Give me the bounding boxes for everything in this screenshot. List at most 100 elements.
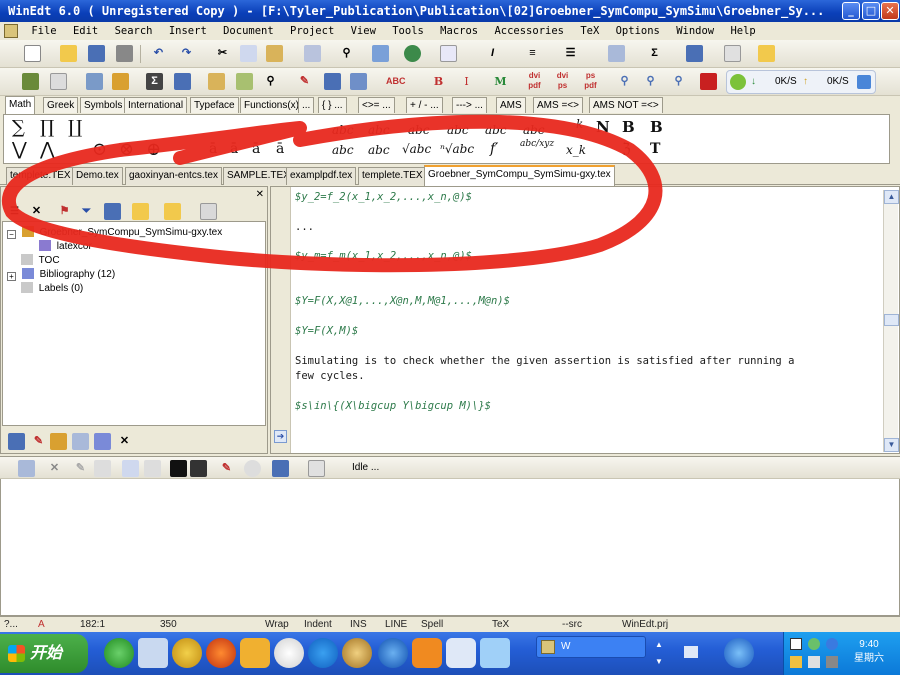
vertical-scrollbar[interactable]: ▲ ▼ xyxy=(883,190,899,452)
scroll-thumb[interactable] xyxy=(884,314,899,326)
close-button[interactable]: ✕ xyxy=(881,2,899,20)
tray-icon[interactable] xyxy=(790,656,802,668)
tab-symbols[interactable]: Symbols xyxy=(80,97,127,113)
app-icon[interactable] xyxy=(104,638,134,668)
console-icon[interactable] xyxy=(18,460,35,477)
editor-pane[interactable] xyxy=(270,186,900,454)
status-indent[interactable]: Indent xyxy=(304,617,332,632)
align-icon[interactable]: ≡ xyxy=(524,45,541,62)
status-src[interactable]: --src xyxy=(562,617,582,632)
app-icon[interactable] xyxy=(342,638,372,668)
accent-hat-a[interactable]: ā xyxy=(252,141,260,157)
menu-options[interactable]: Options xyxy=(611,22,665,40)
project-icon[interactable] xyxy=(112,73,129,90)
search-icon[interactable]: ⚲ xyxy=(616,73,633,90)
acrobat-icon[interactable] xyxy=(700,73,717,90)
status-spell[interactable]: Spell xyxy=(421,617,443,632)
tab-greek[interactable]: Greek xyxy=(43,97,79,113)
code-line[interactable]: few cycles. xyxy=(295,370,365,382)
abc-widehat[interactable]: abc xyxy=(485,123,507,137)
tab-operators[interactable]: + / - ... xyxy=(406,97,443,113)
cmd-icon[interactable] xyxy=(190,460,207,477)
abc-overarrow[interactable]: abc xyxy=(332,143,354,157)
network-icon[interactable] xyxy=(826,656,838,668)
tab-arrows[interactable]: ---> ... xyxy=(452,97,487,113)
tree-node-bibliography[interactable]: + Bibliography (12) xyxy=(7,268,115,281)
screen-icon[interactable] xyxy=(324,73,341,90)
menu-tools[interactable]: Tools xyxy=(387,22,429,40)
mathbb-b[interactable]: B xyxy=(622,118,635,136)
edit-icon[interactable]: ✎ xyxy=(30,433,47,450)
sum-symbol[interactable]: ∑ xyxy=(12,117,25,138)
menu-window[interactable]: Window xyxy=(671,22,719,40)
abc-widetilde[interactable]: abc xyxy=(523,123,545,137)
media-player-icon[interactable] xyxy=(274,638,304,668)
ie-icon[interactable] xyxy=(378,638,408,668)
bold-button[interactable]: B xyxy=(430,73,447,90)
nth-root-abc[interactable]: ⁿ√abc xyxy=(440,142,474,156)
coproduct-symbol[interactable]: ∐ xyxy=(68,117,82,138)
close-panel-icon[interactable]: ✕ xyxy=(256,189,264,200)
italic-button[interactable]: I xyxy=(458,73,475,90)
doc-tab[interactable]: SAMPLE.TEX xyxy=(223,167,294,185)
open-folder-icon[interactable] xyxy=(132,203,149,220)
menu-help[interactable]: Help xyxy=(725,22,760,40)
doc-tab[interactable]: templete.TEX xyxy=(358,167,427,185)
dvi-ps-button[interactable]: dvi ps xyxy=(554,71,571,93)
doc-tab[interactable]: examplpdf.tex xyxy=(286,167,357,185)
tab-international[interactable]: International xyxy=(124,97,188,113)
app-icon[interactable] xyxy=(412,638,442,668)
app-icon[interactable] xyxy=(138,638,168,668)
stop-icon[interactable] xyxy=(244,460,261,477)
redo-icon[interactable]: ↷ xyxy=(178,45,195,62)
arrow-right-icon[interactable]: ➔ xyxy=(274,430,287,443)
window-icon[interactable] xyxy=(372,45,389,62)
tab-math[interactable]: Math xyxy=(5,96,36,114)
clipboard-icon[interactable] xyxy=(208,73,225,90)
edit-disabled-icon[interactable]: ✎ xyxy=(72,460,89,477)
app-icon[interactable] xyxy=(724,638,754,668)
bluetooth-icon[interactable] xyxy=(826,638,838,650)
panel-icon[interactable] xyxy=(8,433,25,450)
mathbb-n[interactable]: N xyxy=(596,118,610,136)
cut-icon[interactable]: ✂ xyxy=(214,45,231,62)
doc-tab[interactable]: gaoxinyan-entcs.tex xyxy=(125,167,222,185)
accent-check-a[interactable]: ā xyxy=(276,141,284,157)
new-file-icon[interactable] xyxy=(24,45,41,62)
tab-relations[interactable]: <>= ... xyxy=(358,97,395,113)
folder-icon[interactable] xyxy=(758,45,775,62)
bigoplus-symbol[interactable]: ⊕ xyxy=(146,139,161,160)
pen-icon[interactable]: ✎ xyxy=(218,460,235,477)
tree-view-icon[interactable] xyxy=(72,433,89,450)
status-project[interactable]: WinEdt.prj xyxy=(622,617,668,632)
pages-icon[interactable] xyxy=(308,460,325,477)
find-icon[interactable] xyxy=(304,45,321,62)
binoculars-icon[interactable]: ⚲ xyxy=(338,45,355,62)
clear-icon[interactable]: ✕ xyxy=(46,460,63,477)
code-line[interactable]: $s\in\{(X\bigcup Y\bigcup M)\}$ xyxy=(295,400,491,412)
code-line[interactable]: $Y=F(X,M)$ xyxy=(295,325,358,337)
page-setup-icon[interactable] xyxy=(50,73,67,90)
menu-accessories[interactable]: Accessories xyxy=(489,22,569,40)
keyboard-icon[interactable] xyxy=(684,646,698,658)
globe-icon[interactable] xyxy=(404,45,421,62)
pencil-icon[interactable]: ✎ xyxy=(296,73,313,90)
abc-overline[interactable]: abc xyxy=(332,123,354,137)
undo-icon[interactable]: ↶ xyxy=(150,45,167,62)
taskbar-scroll-icon[interactable]: ▲ ▼ xyxy=(652,636,666,670)
save-icon[interactable] xyxy=(88,45,105,62)
status-wrap[interactable]: Wrap xyxy=(265,617,289,632)
minimize-button[interactable]: _ xyxy=(842,2,860,20)
copy-icon[interactable] xyxy=(240,45,257,62)
page-icon[interactable] xyxy=(440,45,457,62)
status-mode[interactable]: A xyxy=(38,617,45,632)
tree-node-latexcor[interactable]: latexcor xyxy=(39,240,92,253)
open-folder-icon[interactable] xyxy=(60,45,77,62)
menu-insert[interactable]: Insert xyxy=(164,22,212,40)
tab-more[interactable]: ... xyxy=(298,97,315,113)
menu-edit[interactable]: Edit xyxy=(68,22,103,40)
scroll-up-icon[interactable]: ▲ xyxy=(884,190,899,204)
app-icon[interactable] xyxy=(308,638,338,668)
app-icon[interactable] xyxy=(172,638,202,668)
menu-project[interactable]: Project xyxy=(285,22,339,40)
